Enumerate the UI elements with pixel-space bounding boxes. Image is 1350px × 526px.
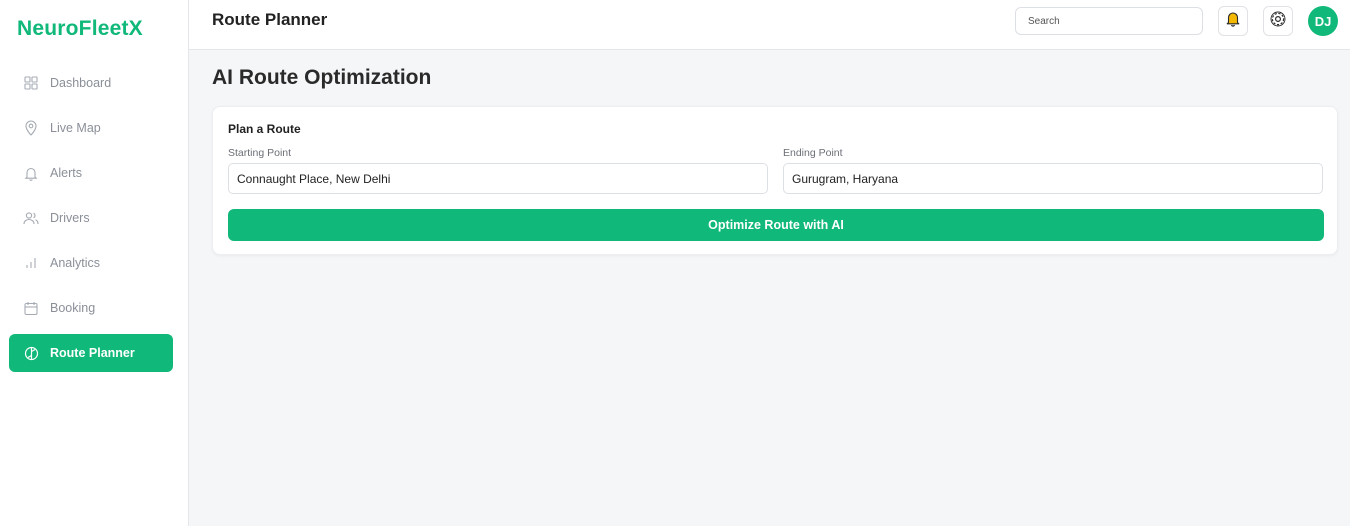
- settings-button[interactable]: [1263, 6, 1293, 36]
- page-title: Route Planner: [212, 10, 328, 29]
- top-bar: Route Planner DJ: [189, 0, 1350, 50]
- sidebar-item-booking[interactable]: Booking: [9, 289, 173, 327]
- ending-point-input[interactable]: [783, 163, 1323, 194]
- sidebar: NeuroFleetX Dashboard Live Map Alerts Dr…: [0, 0, 189, 526]
- sidebar-item-alerts[interactable]: Alerts: [9, 154, 173, 192]
- bell-icon: [1225, 10, 1241, 32]
- grid-icon: [23, 75, 39, 91]
- sidebar-item-live-map[interactable]: Live Map: [9, 109, 173, 147]
- sidebar-item-dashboard[interactable]: Dashboard: [9, 64, 173, 102]
- starting-point-label: Starting Point: [228, 147, 292, 159]
- sidebar-item-label: Alerts: [50, 166, 82, 180]
- gear-icon: [1269, 10, 1287, 33]
- compass-icon: [23, 345, 39, 361]
- sidebar-item-label: Analytics: [50, 256, 101, 270]
- calendar-icon: [23, 300, 39, 316]
- optimize-route-button[interactable]: Optimize Route with AI: [228, 209, 1324, 241]
- users-icon: [23, 210, 39, 226]
- brand-logo[interactable]: NeuroFleetX: [17, 17, 143, 41]
- sidebar-item-label: Dashboard: [50, 76, 112, 90]
- route-plan-card: Plan a Route Starting Point Ending Point…: [212, 106, 1338, 255]
- card-title: Plan a Route: [228, 122, 301, 136]
- avatar[interactable]: DJ: [1308, 6, 1338, 36]
- sidebar-item-label: Drivers: [50, 211, 90, 225]
- sidebar-nav: Dashboard Live Map Alerts Drivers Analyt…: [9, 64, 173, 379]
- sidebar-item-label: Live Map: [50, 121, 101, 135]
- starting-point-input[interactable]: [228, 163, 768, 194]
- sidebar-item-label: Booking: [50, 301, 96, 315]
- map-pin-icon: [23, 120, 39, 136]
- sidebar-item-analytics[interactable]: Analytics: [9, 244, 173, 282]
- sidebar-item-label: Route Planner: [50, 346, 135, 360]
- bell-icon: [23, 165, 39, 181]
- sidebar-item-route-planner[interactable]: Route Planner: [9, 334, 173, 372]
- ending-point-label: Ending Point: [783, 147, 843, 159]
- bar-chart-icon: [23, 255, 39, 271]
- search-input[interactable]: [1015, 7, 1203, 35]
- sidebar-item-drivers[interactable]: Drivers: [9, 199, 173, 237]
- notifications-button[interactable]: [1218, 6, 1248, 36]
- section-heading: AI Route Optimization: [212, 66, 432, 89]
